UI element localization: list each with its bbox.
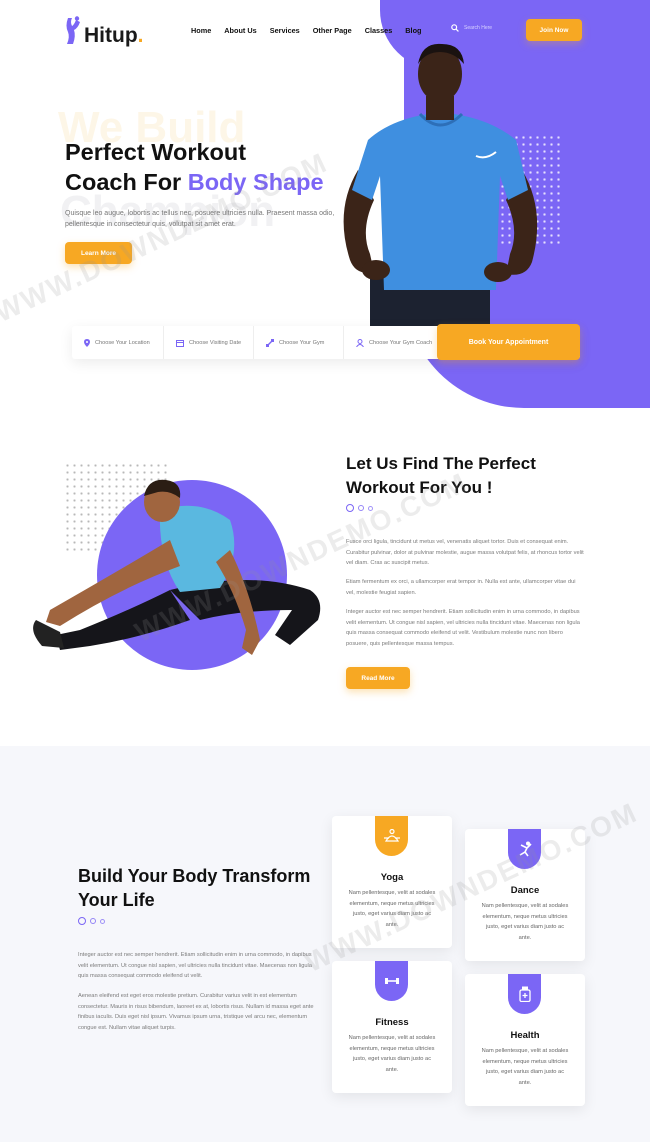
about-title-line2: Workout For You ! xyxy=(346,478,493,498)
logo-icon xyxy=(66,16,80,44)
search-box xyxy=(451,24,520,32)
learn-more-button[interactable]: Learn More xyxy=(65,242,132,264)
nav-item-services[interactable]: Services xyxy=(270,26,300,35)
booking-bar: Choose Your Location Choose Visiting Dat… xyxy=(72,324,580,360)
lotus-icon xyxy=(383,829,400,842)
search-icon[interactable] xyxy=(451,24,459,32)
service-card-title: Fitness xyxy=(375,1017,409,1028)
about-paragraph: Integer auctor est nec semper hendrerit.… xyxy=(346,609,580,647)
logo-dot: . xyxy=(137,24,144,47)
card-icon-tab xyxy=(375,961,408,1001)
service-card-fitness[interactable]: Fitness Nam pellentesque, velit at sodal… xyxy=(332,961,452,1093)
location-select-label: Choose Your Location xyxy=(95,339,150,346)
location-select[interactable]: Choose Your Location xyxy=(72,326,163,359)
hero-description: Quisque leo augue, lobortis ac tellus ne… xyxy=(65,210,335,229)
nav-item-home[interactable]: Home xyxy=(191,26,211,35)
services-title-line1: Build Your Body Transform xyxy=(78,866,311,886)
services-paragraph: Aenean eleifend est eget eros molestie p… xyxy=(78,993,314,1031)
nav-item-classes[interactable]: Classes xyxy=(365,26,393,35)
about-title: Let Us Find The Perfect Workout For You … xyxy=(346,452,536,500)
section-divider-dots xyxy=(346,504,373,512)
calendar-icon xyxy=(176,339,184,347)
search-input[interactable] xyxy=(464,25,520,31)
date-select-label: Choose Visiting Date xyxy=(189,339,242,346)
service-card-dance[interactable]: Dance Nam pellentesque, velit at sodales… xyxy=(465,829,585,961)
hero-athlete-image xyxy=(343,43,538,330)
brand-logo[interactable]: Hitup . xyxy=(64,16,144,46)
join-now-button[interactable]: Join Now xyxy=(526,19,582,41)
gym-select-label: Choose Your Gym xyxy=(279,339,325,346)
dumbbell-icon xyxy=(266,338,274,347)
medicine-bottle-icon xyxy=(518,986,531,1002)
services-title: Build Your Body Transform Your Life xyxy=(78,865,310,913)
services-title-line2: Your Life xyxy=(78,889,155,910)
service-card-description: Nam pellentesque, velit at sodales eleme… xyxy=(348,1035,436,1073)
coach-select-label: Choose Your Gym Coach xyxy=(369,339,433,346)
dancer-icon xyxy=(519,841,532,857)
hero-title-line1: Perfect Workout xyxy=(65,139,247,165)
section-divider-dots xyxy=(78,917,105,925)
service-card-description: Nam pellentesque, velit at sodales eleme… xyxy=(348,890,436,928)
service-card-description: Nam pellentesque, velit at sodales eleme… xyxy=(481,1048,569,1086)
date-select[interactable]: Choose Visiting Date xyxy=(163,326,253,359)
hero-title: Perfect Workout Coach For Body Shape xyxy=(65,138,324,197)
about-paragraph: Etiam fermentum ex orci, a ullamcorper e… xyxy=(346,579,576,596)
coach-select[interactable]: Choose Your Gym Coach xyxy=(343,326,436,359)
card-icon-tab xyxy=(375,816,408,856)
dumbbell-icon xyxy=(384,978,399,984)
service-card-title: Health xyxy=(510,1030,540,1041)
user-icon xyxy=(356,338,364,347)
about-title-line1: Let Us Find The Perfect xyxy=(346,454,536,473)
nav-item-blog[interactable]: Blog xyxy=(405,26,421,35)
gym-select[interactable]: Choose Your Gym xyxy=(253,326,343,359)
location-pin-icon xyxy=(84,338,90,347)
book-appointment-button[interactable]: Book Your Appointment xyxy=(437,324,580,360)
service-card-title: Dance xyxy=(510,885,540,896)
service-card-title: Yoga xyxy=(380,872,404,883)
hero-section: We Build Champion Hitup . Home About Us … xyxy=(0,0,650,420)
hero-title-accent: Body Shape xyxy=(187,168,324,195)
hero-title-line2: Coach For xyxy=(65,168,188,195)
logo-text: Hitup xyxy=(84,24,138,47)
service-card-health[interactable]: Health Nam pellentesque, velit at sodale… xyxy=(465,974,585,1106)
service-card-yoga[interactable]: Yoga Nam pellentesque, velit at sodales … xyxy=(332,816,452,948)
nav-item-about-us[interactable]: About Us xyxy=(224,26,256,35)
card-icon-tab xyxy=(508,829,541,869)
about-paragraph: Fusce orci ligula, tincidunt ut metus ve… xyxy=(346,539,584,567)
card-icon-tab xyxy=(508,974,541,1014)
main-nav: Home About Us Services Other Page Classe… xyxy=(191,26,422,35)
services-paragraph: Integer auctor est nec semper hendrerit.… xyxy=(78,952,312,980)
service-card-description: Nam pellentesque, velit at sodales eleme… xyxy=(481,903,569,941)
read-more-button[interactable]: Read More xyxy=(346,667,410,689)
nav-item-other-page[interactable]: Other Page xyxy=(313,26,352,35)
stretching-athlete-image xyxy=(33,479,321,655)
